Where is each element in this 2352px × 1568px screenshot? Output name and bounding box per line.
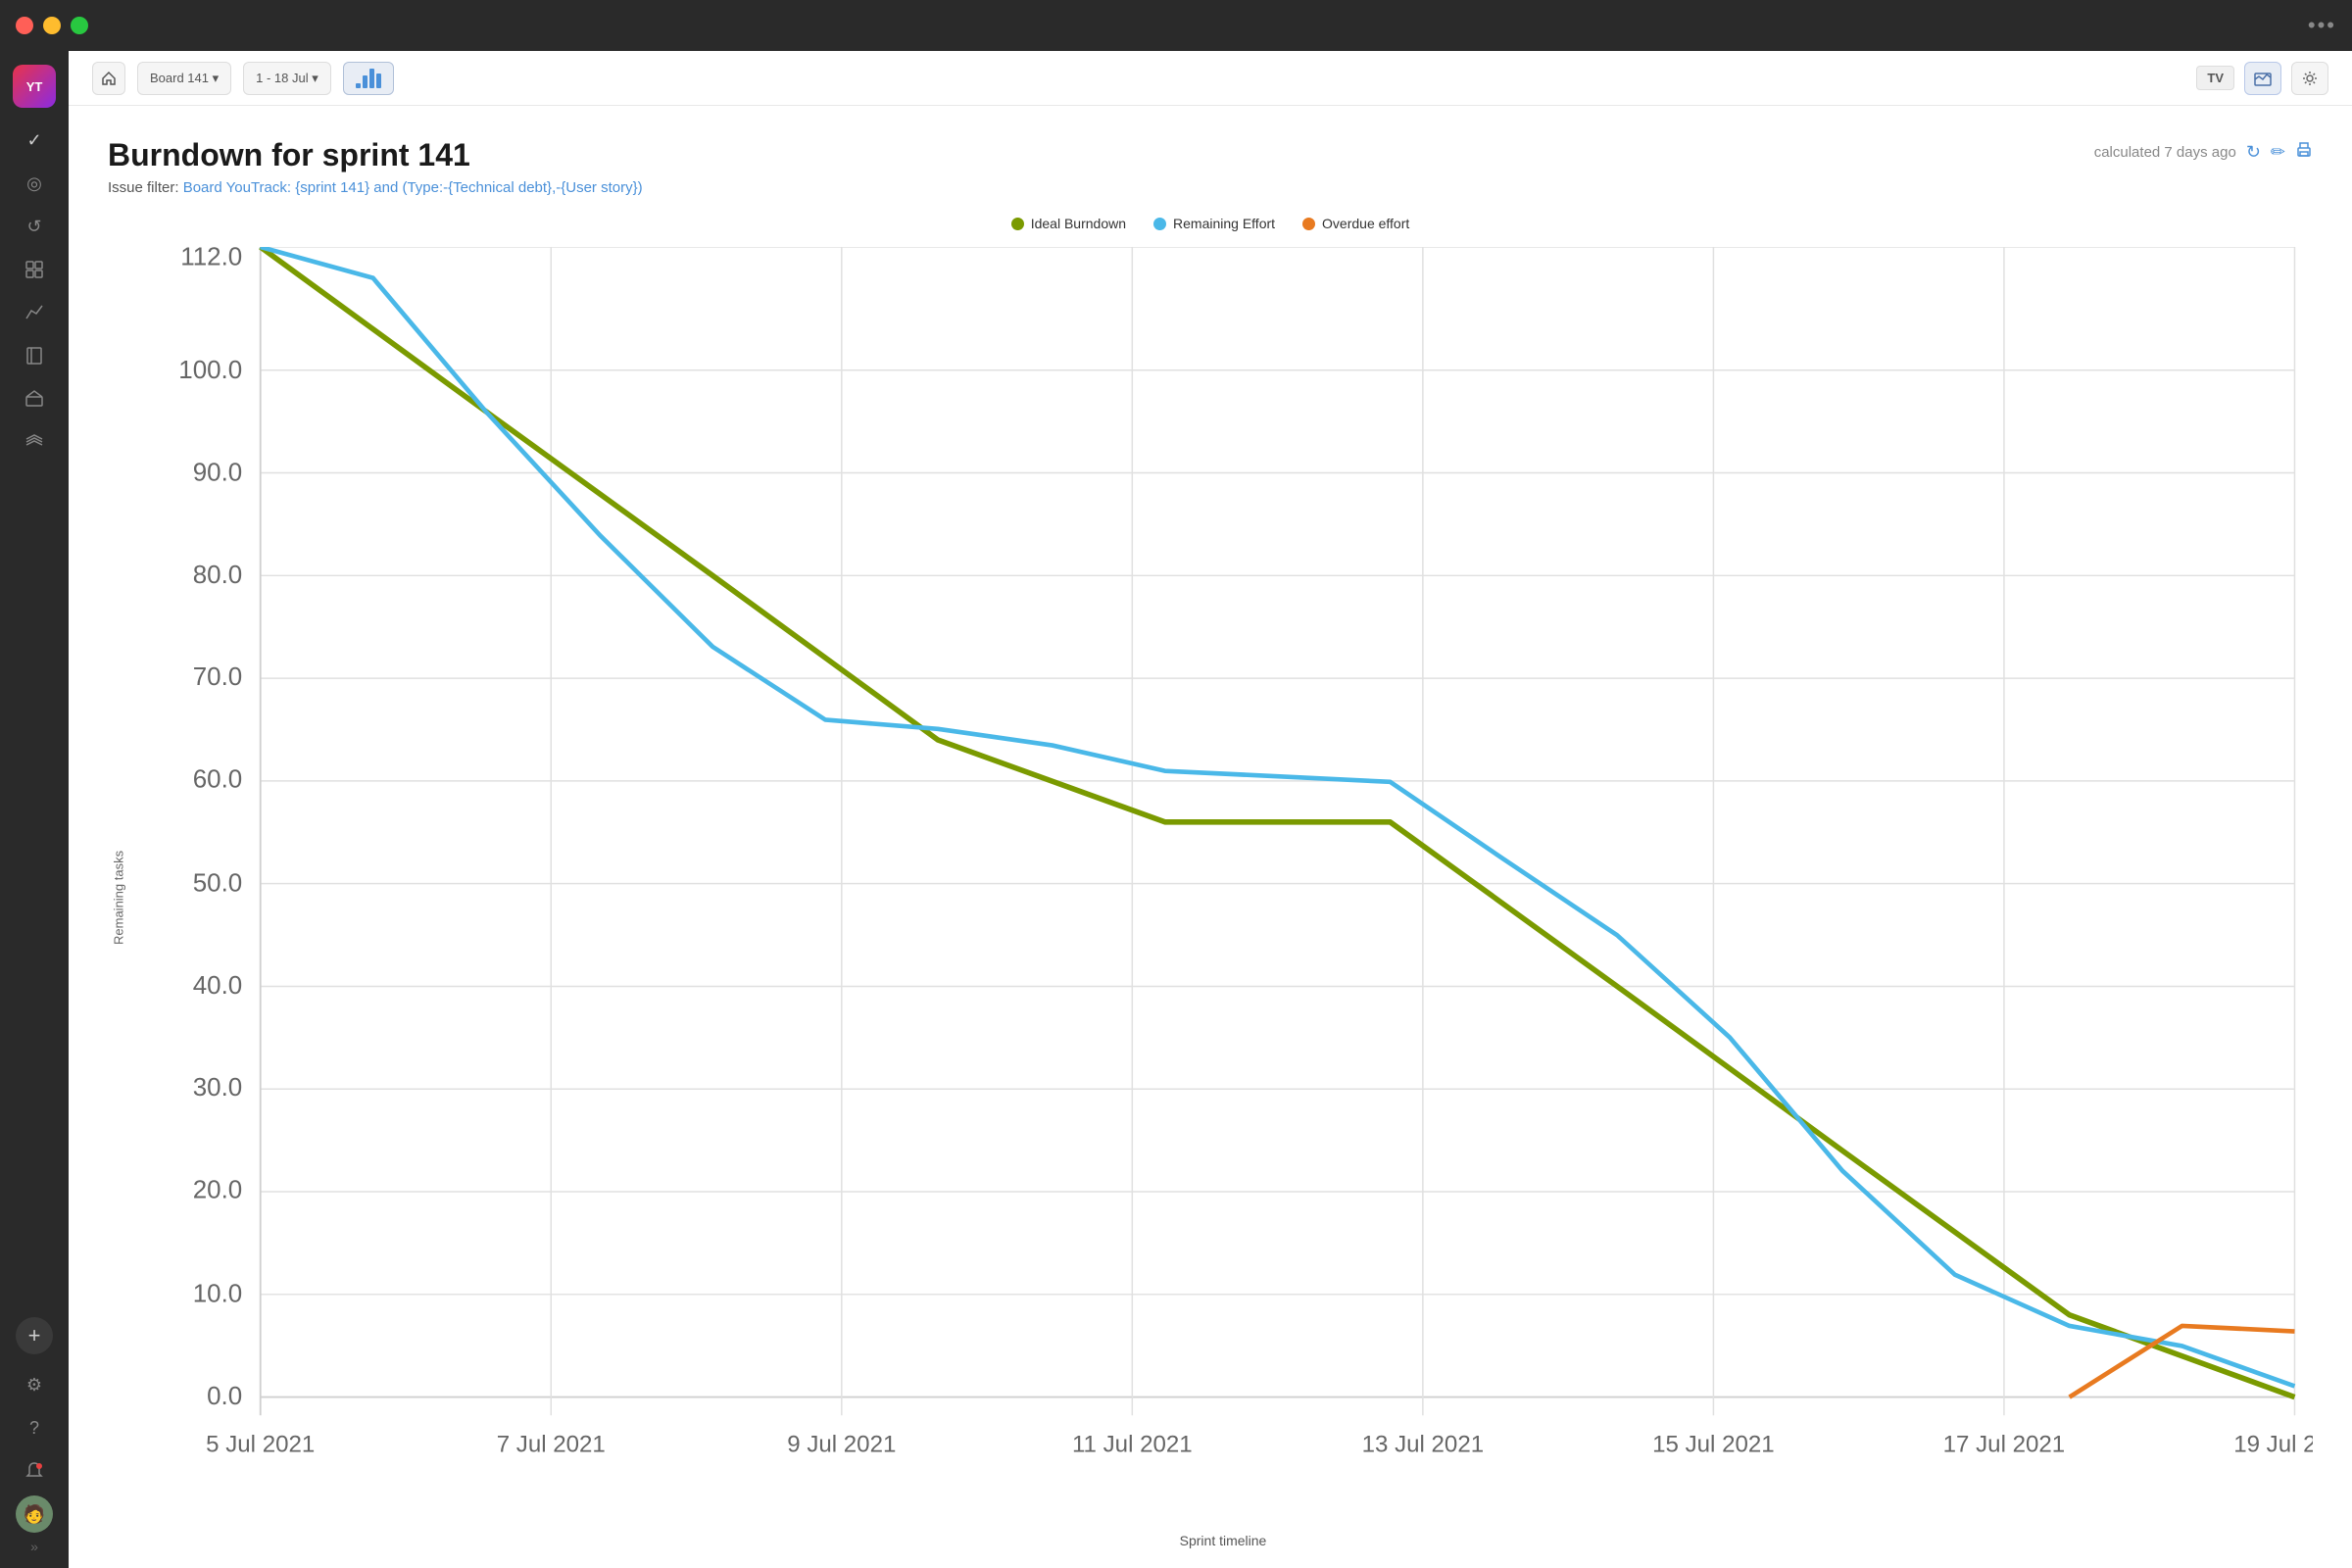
legend-overdue: Overdue effort (1302, 216, 1409, 231)
chart-wrapper: Remaining tasks (108, 247, 2313, 1548)
remaining-label: Remaining Effort (1173, 216, 1275, 231)
chart-view-button[interactable] (2244, 62, 2281, 95)
window-controls (16, 17, 88, 34)
overdue-dot (1302, 218, 1315, 230)
chart-container: Ideal Burndown Remaining Effort Overdue … (108, 216, 2313, 1548)
svg-text:60.0: 60.0 (193, 763, 242, 793)
sidebar: YT ✓ ◎ ↺ (0, 51, 69, 1568)
svg-text:7 Jul 2021: 7 Jul 2021 (497, 1431, 606, 1457)
more-options-icon[interactable]: ••• (2308, 13, 2336, 38)
svg-text:13 Jul 2021: 13 Jul 2021 (1362, 1431, 1485, 1457)
maximize-button[interactable] (71, 17, 88, 34)
svg-text:30.0: 30.0 (193, 1072, 242, 1102)
svg-text:112.0: 112.0 (180, 247, 242, 271)
toolbar-right: TV (2196, 62, 2328, 95)
svg-text:100.0: 100.0 (178, 355, 242, 384)
board-selector[interactable]: Board 141 ▾ (137, 62, 231, 95)
svg-text:20.0: 20.0 (193, 1174, 242, 1203)
sidebar-item-board[interactable] (16, 251, 53, 288)
titlebar: ••• (0, 0, 2352, 51)
svg-text:50.0: 50.0 (193, 868, 242, 898)
svg-text:90.0: 90.0 (193, 457, 242, 486)
svg-text:19 Jul 2021: 19 Jul 2021 (2233, 1431, 2313, 1457)
sidebar-item-layers[interactable] (16, 423, 53, 461)
svg-text:0.0: 0.0 (207, 1381, 242, 1410)
chart-legend: Ideal Burndown Remaining Effort Overdue … (108, 216, 2313, 231)
settings-button[interactable] (2291, 62, 2328, 95)
tv-badge: TV (2196, 66, 2234, 90)
refresh-icon[interactable]: ↻ (2246, 142, 2261, 163)
remaining-dot (1153, 218, 1166, 230)
home-button[interactable] (92, 62, 125, 95)
report-header: Burndown for sprint 141 calculated 7 day… (108, 137, 2313, 173)
report-title: Burndown for sprint 141 (108, 137, 470, 173)
chart-type-selector[interactable] (343, 62, 394, 95)
titlebar-right: ••• (2308, 13, 2336, 38)
report-meta: calculated 7 days ago ↻ ✏ (2094, 141, 2313, 164)
sidebar-item-inbox[interactable] (16, 380, 53, 417)
sidebar-item-chart[interactable] (16, 294, 53, 331)
chart-svg-area: 0.0 10.0 20.0 30.0 40.0 50.0 60.0 70.0 8… (133, 247, 2313, 1525)
calculated-text: calculated 7 days ago (2094, 144, 2236, 161)
svg-text:17 Jul 2021: 17 Jul 2021 (1943, 1431, 2066, 1457)
bar-chart-icon (356, 69, 381, 88)
main-content: Board 141 ▾ 1 - 18 Jul ▾ TV (69, 51, 2352, 1568)
expand-icon[interactable]: » (30, 1539, 38, 1554)
edit-icon[interactable]: ✏ (2271, 142, 2285, 163)
date-range-selector[interactable]: 1 - 18 Jul ▾ (243, 62, 331, 95)
overdue-label: Overdue effort (1322, 216, 1409, 231)
legend-ideal: Ideal Burndown (1011, 216, 1126, 231)
app-body: YT ✓ ◎ ↺ (0, 51, 2352, 1568)
sidebar-item-history[interactable]: ↺ (16, 208, 53, 245)
report-area: Burndown for sprint 141 calculated 7 day… (69, 106, 2352, 1568)
add-button[interactable]: + (16, 1317, 53, 1354)
print-icon[interactable] (2295, 141, 2313, 164)
svg-text:80.0: 80.0 (193, 560, 242, 589)
notifications-icon[interactable] (16, 1452, 53, 1490)
ideal-dot (1011, 218, 1024, 230)
x-axis-label: Sprint timeline (133, 1525, 2313, 1548)
svg-text:11 Jul 2021: 11 Jul 2021 (1072, 1431, 1193, 1457)
help-icon[interactable]: ? (16, 1409, 53, 1446)
ideal-label: Ideal Burndown (1031, 216, 1126, 231)
sidebar-item-checkmark[interactable]: ✓ (16, 122, 53, 159)
app-logo[interactable]: YT (13, 65, 56, 108)
y-axis-label: Remaining tasks (108, 247, 129, 1548)
filter-link[interactable]: Board YouTrack: {sprint 141} and (Type:-… (183, 179, 643, 196)
svg-text:15 Jul 2021: 15 Jul 2021 (1652, 1431, 1775, 1457)
minimize-button[interactable] (43, 17, 61, 34)
report-filter: Issue filter: Board YouTrack: {sprint 14… (108, 179, 2313, 196)
svg-text:5 Jul 2021: 5 Jul 2021 (206, 1431, 315, 1457)
close-button[interactable] (16, 17, 33, 34)
svg-text:40.0: 40.0 (193, 970, 242, 1000)
user-avatar[interactable]: 🧑 (16, 1495, 53, 1533)
svg-text:70.0: 70.0 (193, 662, 242, 691)
sidebar-item-book[interactable] (16, 337, 53, 374)
sidebar-bottom: ⚙ ? 🧑 » (16, 1366, 53, 1554)
report-title-section: Burndown for sprint 141 (108, 137, 470, 173)
toolbar: Board 141 ▾ 1 - 18 Jul ▾ TV (69, 51, 2352, 106)
svg-text:9 Jul 2021: 9 Jul 2021 (787, 1431, 896, 1457)
svg-text:10.0: 10.0 (193, 1279, 242, 1308)
settings-icon[interactable]: ⚙ (16, 1366, 53, 1403)
sidebar-item-target[interactable]: ◎ (16, 165, 53, 202)
chart-inner: 0.0 10.0 20.0 30.0 40.0 50.0 60.0 70.0 8… (133, 247, 2313, 1548)
legend-remaining: Remaining Effort (1153, 216, 1275, 231)
